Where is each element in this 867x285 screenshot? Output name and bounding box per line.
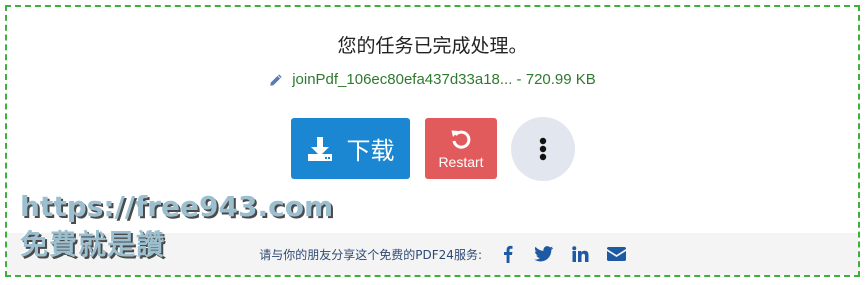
download-label: 下载 [346, 137, 395, 165]
watermark-url: https://free943.com [20, 190, 334, 223]
file-size: 720.99 KB [525, 71, 596, 88]
file-separator: - [512, 71, 526, 88]
pencil-icon[interactable] [269, 73, 283, 87]
more-options-button[interactable] [511, 117, 575, 181]
download-button[interactable]: 下载 [291, 118, 410, 179]
file-info: joinPdf_106ec80efa437d33a18... - 720.99 … [7, 71, 858, 88]
watermark-slogan: 免費就是讚 [20, 228, 166, 261]
linkedin-icon[interactable] [562, 242, 598, 266]
more-vertical-icon [539, 137, 547, 161]
email-icon[interactable] [598, 242, 634, 266]
download-icon [307, 136, 332, 161]
twitter-icon[interactable] [526, 242, 562, 266]
facebook-icon[interactable] [490, 242, 526, 266]
restart-icon [451, 130, 471, 149]
watermark: https://free943.com 免費就是讚 [20, 188, 333, 264]
completion-message: 您的任务已完成处理。 [337, 35, 528, 57]
restart-label: Restart [438, 153, 484, 170]
restart-button[interactable]: Restart [425, 118, 497, 179]
file-name[interactable]: joinPdf_106ec80efa437d33a18... [292, 71, 512, 88]
